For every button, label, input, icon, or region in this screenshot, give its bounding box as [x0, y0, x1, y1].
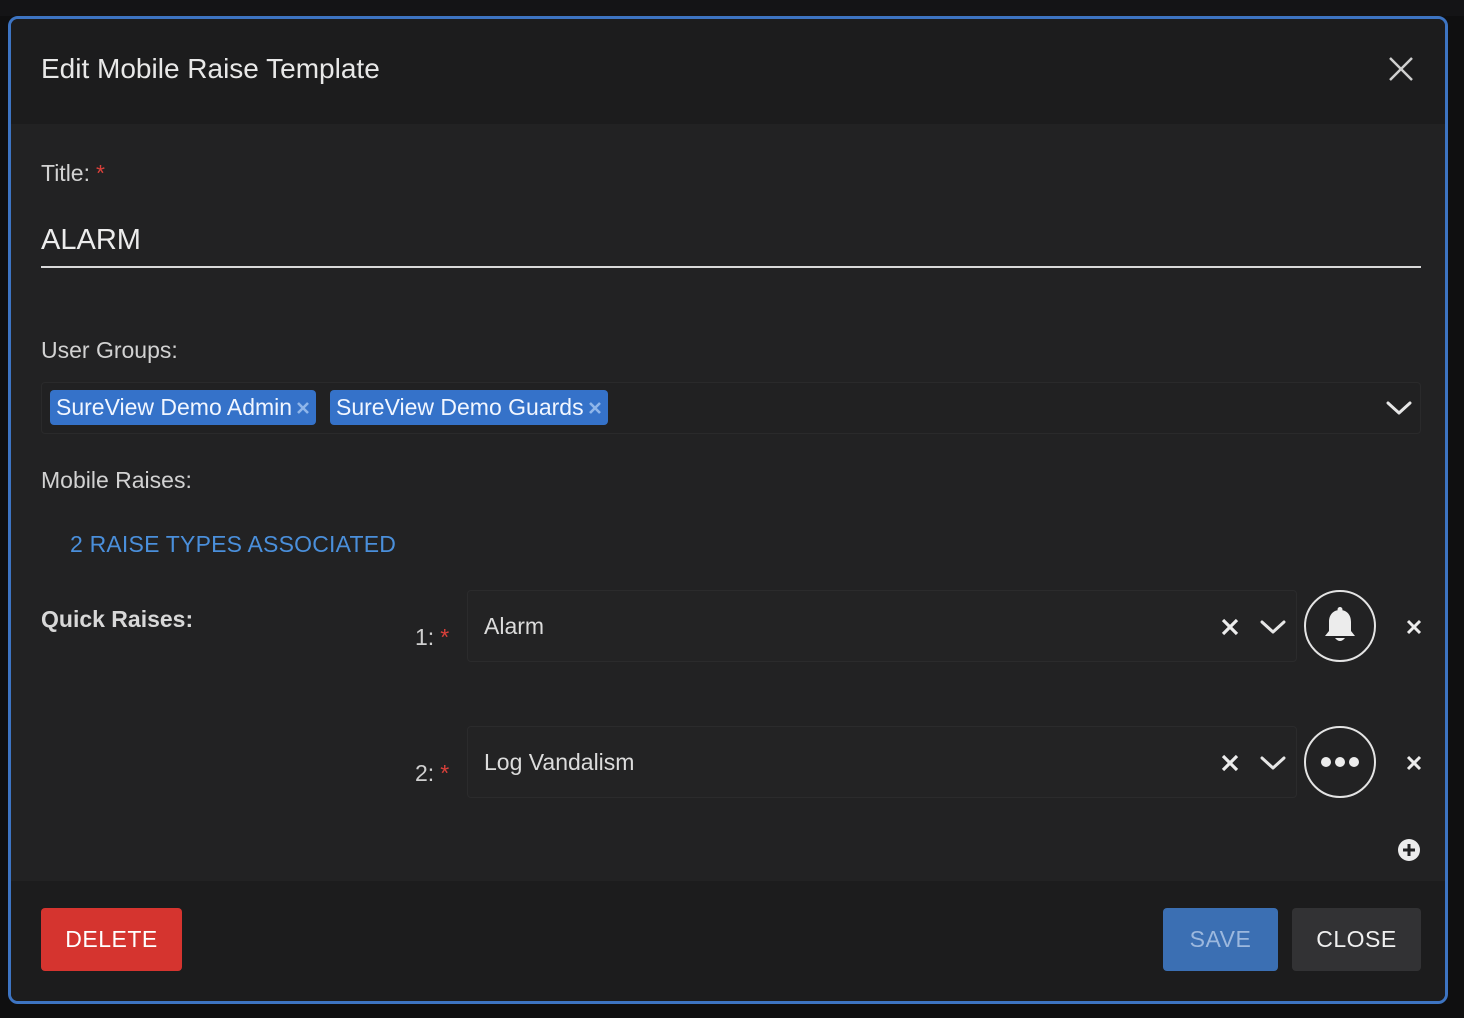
quick-raises-label: Quick Raises: [41, 606, 194, 632]
close-button[interactable]: CLOSE [1292, 908, 1421, 971]
close-icon[interactable] [1387, 55, 1415, 83]
chevron-down-icon[interactable] [1386, 400, 1412, 416]
quick-raise-select[interactable]: Log Vandalism [467, 726, 1297, 798]
dialog-title: Edit Mobile Raise Template [41, 53, 380, 84]
bell-icon [1325, 607, 1355, 641]
user-groups-label: User Groups: [41, 337, 178, 363]
clear-selection-icon[interactable] [1220, 617, 1240, 637]
title-input[interactable] [41, 214, 1421, 268]
chevron-down-icon[interactable] [1260, 619, 1286, 635]
user-group-chip: SureView Demo Admin [50, 390, 317, 425]
background-page-strip [0, 0, 1464, 16]
quick-raise-icon-button[interactable] [1304, 726, 1376, 798]
required-asterisk: * [440, 760, 450, 786]
quick-raise-icon-button[interactable] [1304, 590, 1376, 662]
mobile-raises-label: Mobile Raises: [41, 467, 192, 493]
remove-chip-icon[interactable] [588, 401, 602, 415]
row-number-text: 1: [415, 624, 435, 650]
more-dots-icon [1321, 757, 1359, 767]
chevron-down-icon[interactable] [1260, 755, 1286, 771]
title-label-text: Title: [41, 160, 90, 186]
raise-types-link[interactable]: 2 RAISE TYPES ASSOCIATED [70, 531, 396, 558]
edit-template-dialog: Edit Mobile Raise Template Title:* User … [8, 16, 1448, 1004]
save-button[interactable]: SAVE [1163, 908, 1278, 971]
user-groups-select[interactable]: SureView Demo Admin SureView Demo Guards [41, 382, 1421, 434]
required-asterisk: * [440, 624, 450, 650]
add-quick-raise-icon[interactable] [1397, 838, 1421, 862]
chip-label: SureView Demo Guards [336, 394, 584, 420]
dialog-body: Title:* User Groups: SureView Demo Admin… [11, 124, 1445, 881]
quick-raise-select[interactable]: Alarm [467, 590, 1297, 662]
quick-raise-value: Alarm [484, 613, 545, 639]
clear-selection-icon[interactable] [1220, 753, 1240, 773]
remove-row-icon[interactable] [1405, 754, 1423, 772]
title-field-label: Title: * [41, 160, 105, 187]
remove-chip-icon[interactable] [296, 401, 310, 415]
required-asterisk: * [96, 160, 105, 186]
dialog-header: Edit Mobile Raise Template [11, 19, 1445, 124]
chip-label: SureView Demo Admin [56, 394, 293, 420]
quick-raise-number: 1: * [415, 624, 449, 651]
user-group-chip: SureView Demo Guards [330, 390, 608, 425]
quick-raise-number: 2: * [415, 760, 449, 787]
quick-raise-value: Log Vandalism [484, 749, 635, 775]
dialog-footer: DELETE SAVE CLOSE [11, 881, 1445, 1001]
row-number-text: 2: [415, 760, 435, 786]
remove-row-icon[interactable] [1405, 618, 1423, 636]
delete-button[interactable]: DELETE [41, 908, 182, 971]
